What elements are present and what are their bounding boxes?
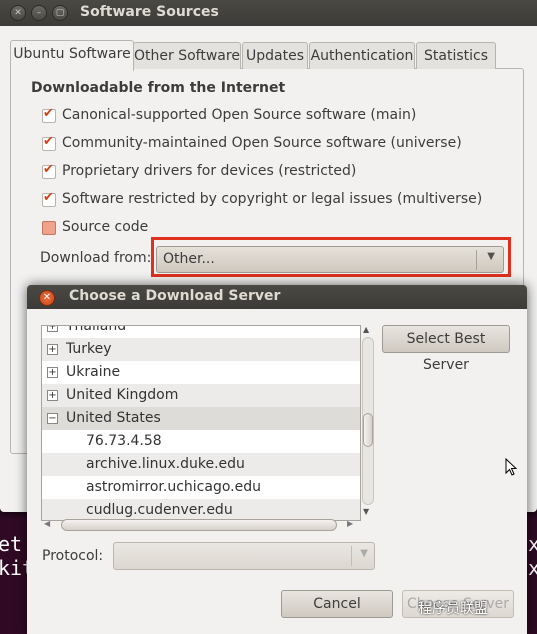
server-label: 76.73.4.58 bbox=[86, 433, 162, 449]
country-label: United Kingdom bbox=[66, 387, 179, 403]
select-best-server-button[interactable]: Select Best Server bbox=[382, 325, 510, 373]
protocol-select[interactable]: ▼ bbox=[113, 542, 375, 570]
download-from-value: Other... bbox=[163, 251, 215, 267]
checkbox-label: Community-maintained Open Source softwar… bbox=[62, 135, 462, 151]
checkbox-box[interactable] bbox=[42, 106, 56, 123]
scroll-down-icon[interactable]: ▼ bbox=[363, 507, 369, 516]
scroll-thumb[interactable] bbox=[363, 413, 373, 447]
minimize-icon[interactable]: – bbox=[31, 5, 47, 21]
close-icon[interactable]: ✕ bbox=[10, 5, 26, 21]
horizontal-scrollbar[interactable]: ◀ ▶ bbox=[41, 517, 359, 533]
window-titlebar[interactable]: ✕ – ▢ Software Sources bbox=[0, 0, 537, 26]
expander-plus-icon[interactable]: + bbox=[47, 326, 58, 332]
protocol-label: Protocol: bbox=[42, 548, 104, 564]
expander-plus-icon[interactable]: + bbox=[47, 344, 58, 355]
country-label: United States bbox=[66, 410, 161, 426]
country-label: Ukraine bbox=[66, 364, 121, 380]
tab-updates[interactable]: Updates bbox=[242, 42, 308, 69]
expander-plus-icon[interactable]: + bbox=[47, 390, 58, 401]
download-from-label: Download from: bbox=[40, 250, 152, 266]
dropdown-arrow-icon[interactable]: ▼ bbox=[487, 251, 495, 262]
checkbox-box[interactable] bbox=[42, 190, 56, 207]
checkbox-label: Canonical-supported Open Source software… bbox=[62, 107, 417, 123]
scroll-right-icon[interactable]: ▶ bbox=[347, 519, 353, 528]
expander-minus-icon[interactable]: − bbox=[47, 413, 58, 424]
checkbox-label: Proprietary drivers for devices (restric… bbox=[62, 163, 357, 179]
tree-row-country[interactable]: − United States bbox=[42, 407, 360, 430]
maximize-icon[interactable]: ▢ bbox=[52, 5, 68, 21]
server-tree[interactable]: + Thailand + Turkey + Ukraine + United K… bbox=[41, 325, 361, 521]
download-from-select[interactable]: Other... ▼ bbox=[156, 246, 504, 273]
dialog-titlebar[interactable]: ✕ Choose a Download Server bbox=[27, 285, 527, 309]
expander-plus-icon[interactable]: + bbox=[47, 367, 58, 378]
checkbox-box[interactable] bbox=[42, 162, 56, 179]
tab-statistics[interactable]: Statistics bbox=[416, 42, 496, 69]
combo-separator bbox=[476, 250, 477, 270]
window-title: Software Sources bbox=[80, 4, 219, 20]
checkbox-box[interactable] bbox=[42, 221, 56, 235]
scroll-up-icon[interactable]: ▲ bbox=[363, 325, 369, 334]
tab-authentication[interactable]: Authentication bbox=[309, 42, 415, 69]
cancel-button[interactable]: Cancel bbox=[281, 590, 393, 618]
country-label: Turkey bbox=[66, 341, 112, 357]
combo-separator bbox=[351, 546, 352, 566]
tree-row-country[interactable]: + Turkey bbox=[42, 338, 360, 361]
server-label: archive.linux.duke.edu bbox=[86, 456, 245, 472]
tree-row-country[interactable]: + United Kingdom bbox=[42, 384, 360, 407]
vertical-scrollbar[interactable]: ▲ ▼ bbox=[358, 325, 378, 519]
checkbox-box[interactable] bbox=[42, 134, 56, 151]
tab-other-software[interactable]: Other Software bbox=[133, 42, 241, 69]
mouse-cursor-icon bbox=[505, 458, 517, 476]
server-label: astromirror.uchicago.edu bbox=[86, 479, 261, 495]
checkbox-label: Software restricted by copyright or lega… bbox=[62, 191, 483, 207]
choose-server-dialog: ✕ Choose a Download Server + Thailand + … bbox=[27, 285, 527, 634]
tree-row-server[interactable]: 76.73.4.58 bbox=[42, 430, 360, 453]
scroll-thumb[interactable] bbox=[61, 519, 337, 531]
scroll-left-icon[interactable]: ◀ bbox=[44, 519, 50, 528]
tree-row-country[interactable]: + Thailand bbox=[42, 325, 360, 338]
checkbox-label: Source code bbox=[62, 219, 149, 235]
tree-row-server[interactable]: archive.linux.duke.edu bbox=[42, 453, 360, 476]
dropdown-arrow-icon[interactable]: ▼ bbox=[360, 548, 368, 559]
tree-row-server[interactable]: astromirror.uchicago.edu bbox=[42, 476, 360, 499]
terminal-text: et bbox=[0, 532, 23, 556]
section-title: Downloadable from the Internet bbox=[31, 80, 286, 96]
watermark: 程序员联盟 bbox=[418, 601, 488, 617]
close-icon[interactable]: ✕ bbox=[39, 290, 55, 306]
dialog-title: Choose a Download Server bbox=[69, 288, 281, 304]
tab-ubuntu-software[interactable]: Ubuntu Software bbox=[10, 40, 134, 71]
tree-row-country[interactable]: + Ukraine bbox=[42, 361, 360, 384]
country-label: Thailand bbox=[66, 325, 127, 334]
